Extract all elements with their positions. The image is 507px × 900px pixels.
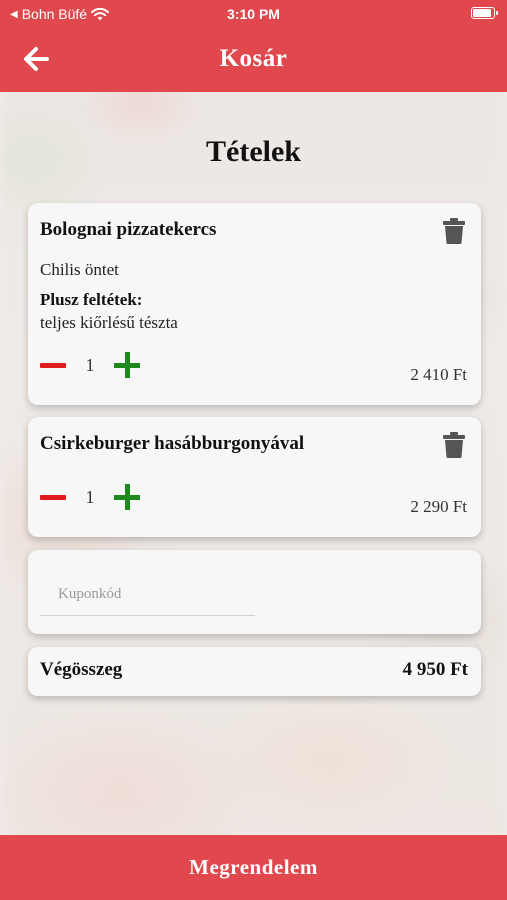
- delete-item-button[interactable]: [443, 218, 465, 244]
- coupon-input[interactable]: [40, 574, 255, 616]
- item-quantity: 1: [85, 486, 95, 507]
- battery-icon: [471, 7, 498, 19]
- item-name: Bolognai pizzatekercs: [40, 219, 217, 240]
- item-extras: teljes kiőrlésű tészta: [40, 313, 178, 332]
- quantity-stepper: 1: [40, 484, 140, 510]
- page-title: Tételek: [206, 135, 301, 168]
- app-header: ◀ Bohn Büfé 3:10 PM Kosár: [0, 0, 507, 92]
- cart-item: Csirkeburger hasábburgonyával 1 2 290 Ft: [28, 417, 481, 537]
- coupon-card: [28, 550, 481, 634]
- item-price: 2 290 Ft: [410, 497, 467, 516]
- total-label: Végösszeg: [40, 659, 123, 680]
- item-quantity: 1: [85, 354, 95, 375]
- delete-item-button[interactable]: [443, 432, 465, 458]
- item-extras-label: Plusz feltétek:: [40, 290, 143, 309]
- item-name: Csirkeburger hasábburgonyával: [40, 433, 305, 454]
- header-title: Kosár: [219, 45, 288, 72]
- item-price: 2 410 Ft: [410, 365, 467, 384]
- trash-icon: [443, 432, 465, 458]
- increase-quantity-button[interactable]: [114, 352, 140, 378]
- quantity-stepper: 1: [40, 352, 140, 378]
- status-bar: ◀ Bohn Büfé 3:10 PM: [0, 0, 507, 28]
- total-value: 4 950 Ft: [402, 659, 468, 680]
- decrease-quantity-button[interactable]: [40, 494, 66, 500]
- status-time: 3:10 PM: [227, 6, 280, 22]
- item-option: Chilis öntet: [40, 260, 119, 279]
- trash-icon: [443, 218, 465, 244]
- increase-quantity-button[interactable]: [114, 484, 140, 510]
- cart-item: Bolognai pizzatekercs Chilis öntet Plusz…: [28, 203, 481, 405]
- order-button[interactable]: Megrendelem: [0, 835, 507, 900]
- decrease-quantity-button[interactable]: [40, 362, 66, 368]
- total-card: Végösszeg 4 950 Ft: [28, 647, 481, 696]
